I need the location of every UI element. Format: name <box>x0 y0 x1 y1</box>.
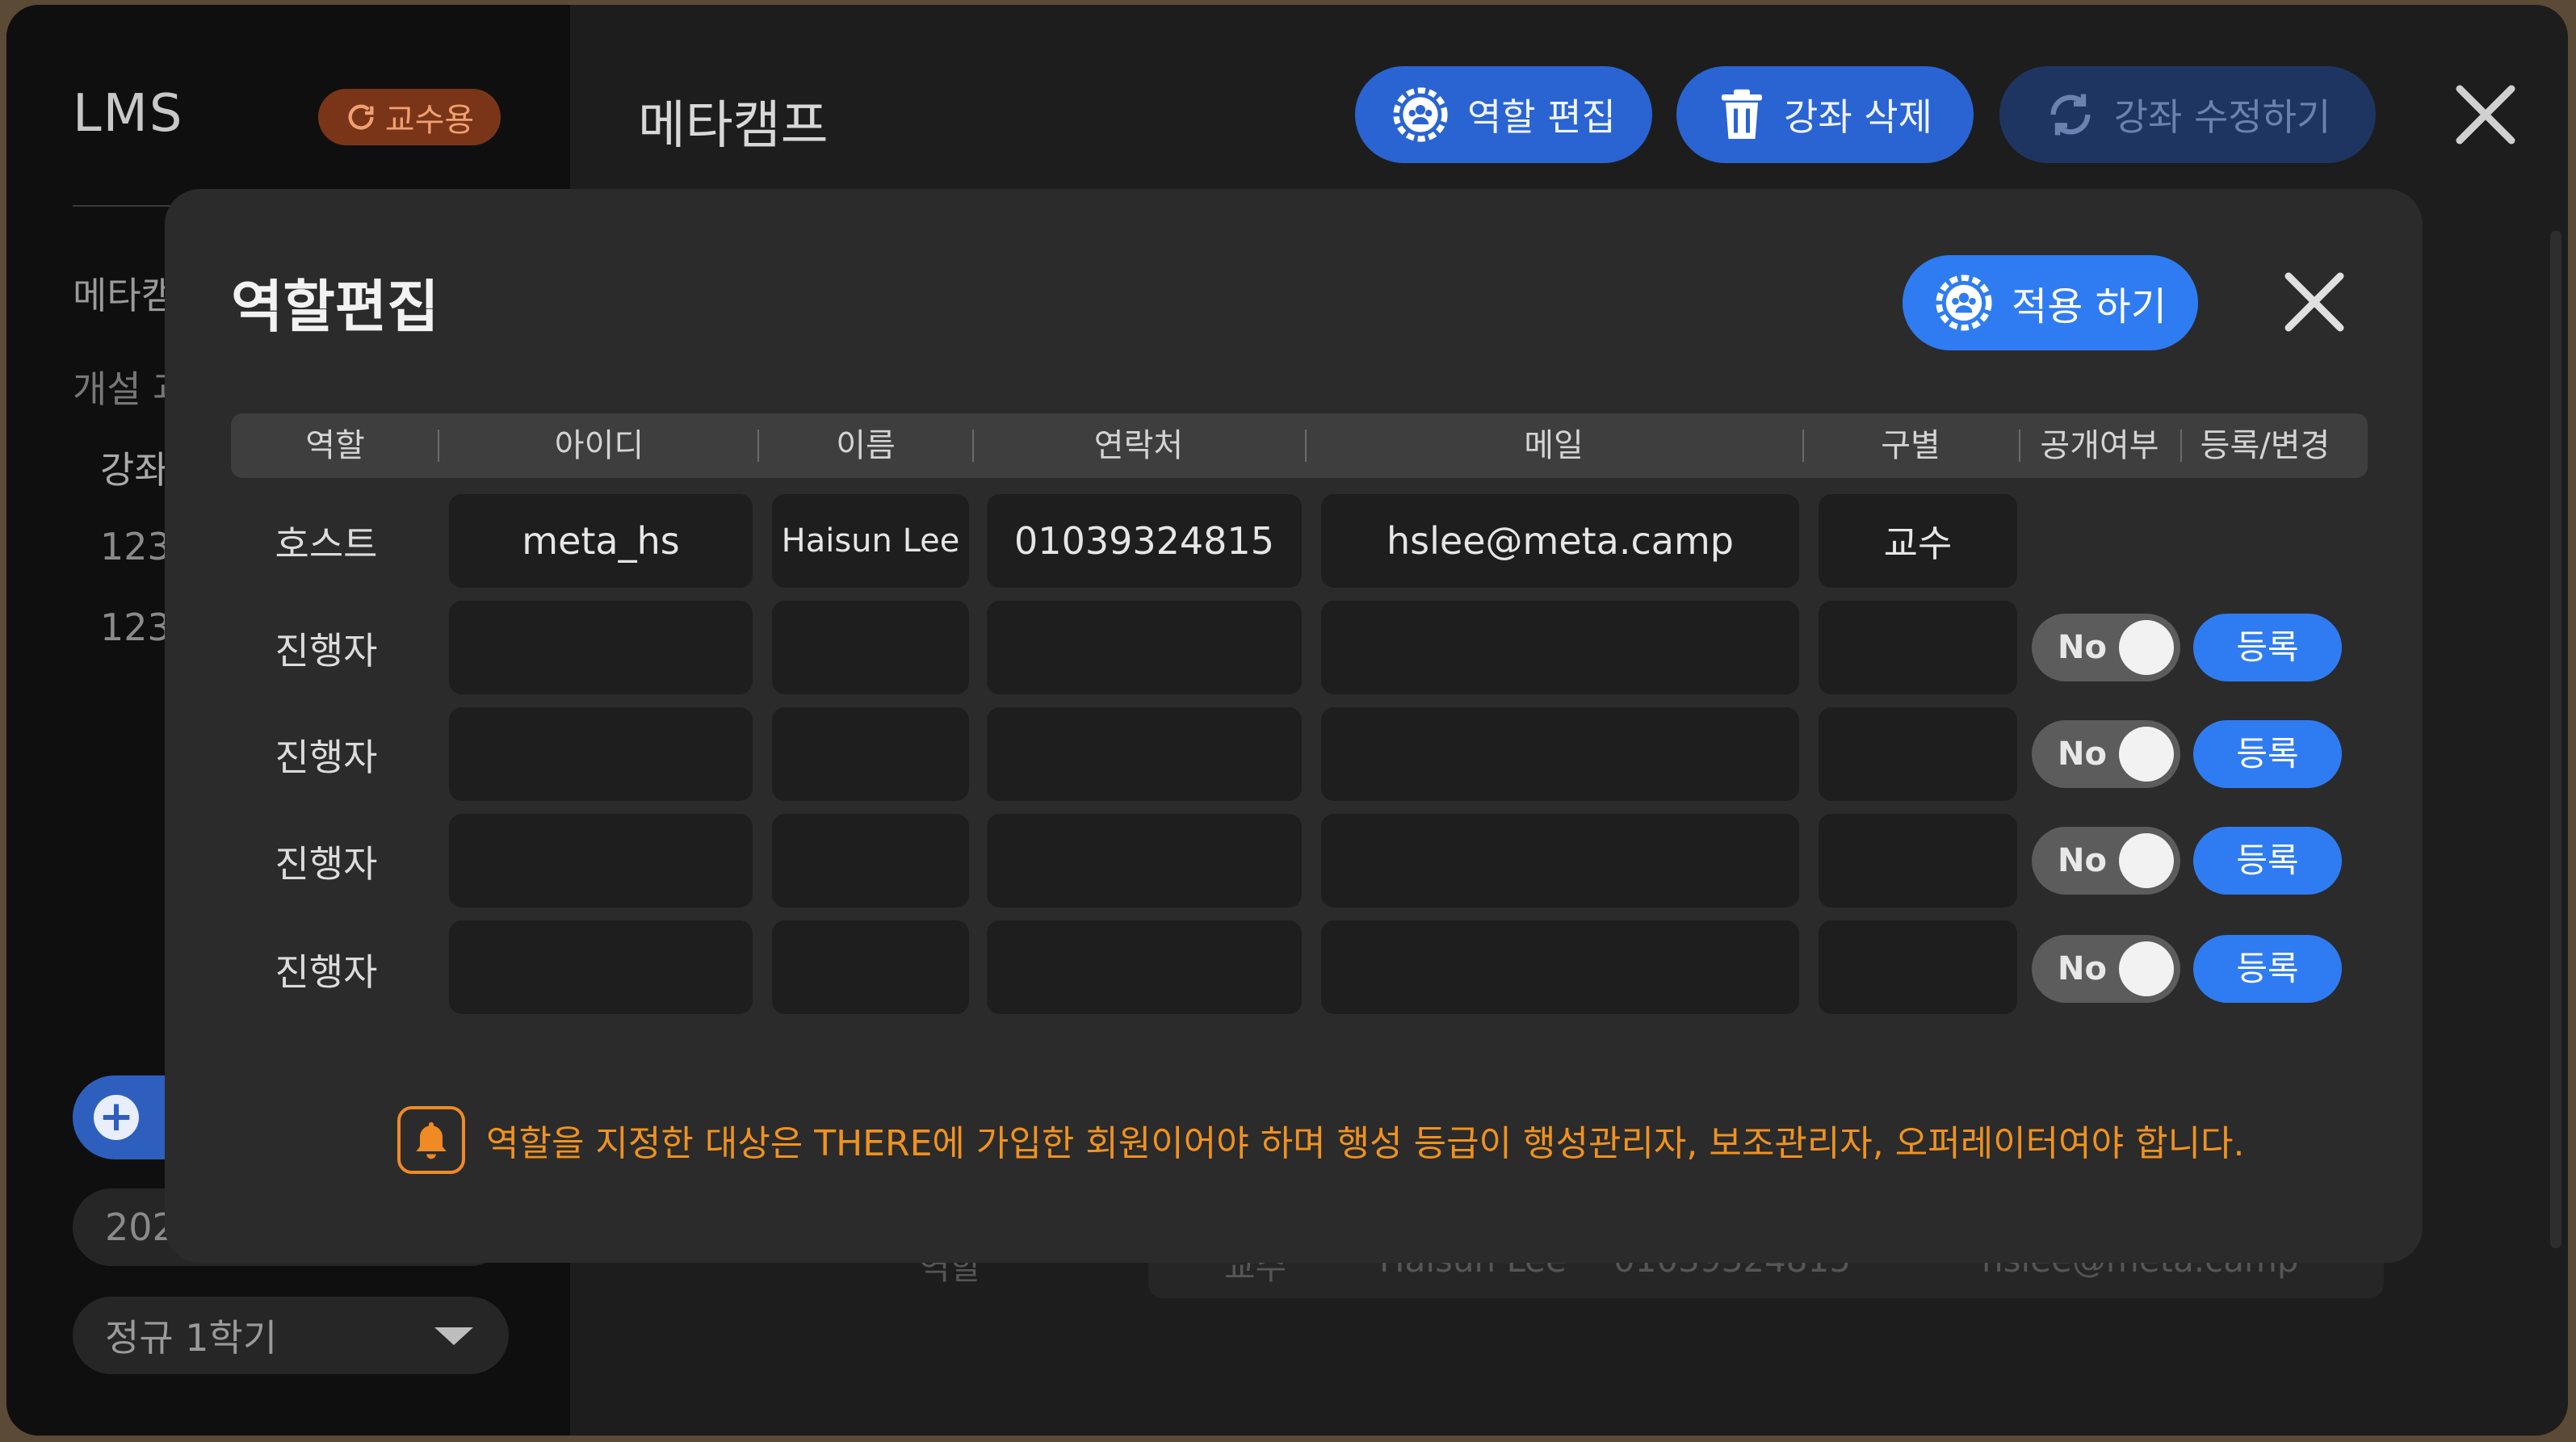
sidebar-item-course[interactable]: 강좌 <box>100 441 169 494</box>
modal-title: 역할편집 <box>231 274 439 340</box>
column-header-phone: 연락처 <box>1093 427 1184 464</box>
close-icon[interactable] <box>2453 82 2518 147</box>
id-field[interactable] <box>449 814 753 908</box>
id-field[interactable] <box>449 920 753 1014</box>
row-role-label: 호스트 <box>275 522 378 566</box>
table-header: 역할 아이디 이름 연락처 메일 구별 공개여부 등록/변경 <box>231 413 2368 478</box>
visibility-toggle[interactable]: No <box>2032 827 2180 895</box>
refresh-icon <box>348 104 374 130</box>
id-field[interactable]: meta_hs <box>449 494 753 588</box>
role-badge-label: 교수용 <box>384 102 475 139</box>
phone-field[interactable]: 01039324815 <box>987 494 1302 588</box>
app-title: LMS <box>73 84 184 144</box>
toggle-label: No <box>2058 950 2107 987</box>
register-button[interactable]: 등록 <box>2193 935 2342 1003</box>
sidebar-item-123-b[interactable]: 123 <box>100 606 171 649</box>
type-field[interactable] <box>1819 920 2017 1014</box>
sidebar-section-label: 메타캠 <box>73 274 175 317</box>
toggle-knob <box>2119 941 2174 996</box>
trash-icon <box>1722 89 1763 139</box>
toggle-label: No <box>2058 736 2107 773</box>
name-field[interactable] <box>772 920 969 1014</box>
visibility-toggle[interactable]: No <box>2032 614 2180 681</box>
delete-course-label: 강좌 삭제 <box>1784 95 1932 139</box>
sidebar-item-123-a[interactable]: 123 <box>100 525 171 568</box>
row-role-label: 진행자 <box>275 629 378 673</box>
type-field[interactable] <box>1819 707 2017 801</box>
scrollbar[interactable] <box>2550 231 2561 1248</box>
column-header-id: 아이디 <box>554 427 644 464</box>
id-field[interactable] <box>449 601 753 694</box>
apply-button[interactable]: 적용 하기 <box>1903 255 2198 350</box>
name-field[interactable] <box>772 814 969 908</box>
term-select[interactable]: 정규 1학기 <box>73 1297 509 1374</box>
name-field[interactable] <box>772 707 969 801</box>
gear-people-icon <box>1936 275 1992 331</box>
type-field[interactable]: 교수 <box>1819 494 2017 588</box>
name-field[interactable] <box>772 601 969 694</box>
type-field[interactable] <box>1819 601 2017 694</box>
column-header-register: 등록/변경 <box>2200 427 2331 464</box>
column-header-email: 메일 <box>1524 427 1584 464</box>
email-field[interactable] <box>1321 814 1799 908</box>
type-field[interactable] <box>1819 814 2017 908</box>
register-button[interactable]: 등록 <box>2193 827 2342 895</box>
phone-field[interactable] <box>987 601 1302 694</box>
notice: 역할을 지정한 대상은 THERE에 가입한 회원이어야 하며 행성 등급이 행… <box>397 1106 2245 1174</box>
column-header-type: 구별 <box>1881 427 1940 464</box>
name-field[interactable]: Haisun Lee <box>772 494 969 588</box>
visibility-toggle[interactable]: No <box>2032 935 2180 1003</box>
row-role-label: 진행자 <box>275 842 378 886</box>
close-icon[interactable] <box>2282 270 2347 334</box>
toggle-knob <box>2119 833 2174 888</box>
role-edit-label: 역할 편집 <box>1467 95 1616 139</box>
refresh-icon <box>2050 94 2091 136</box>
visibility-toggle[interactable]: No <box>2032 720 2180 788</box>
row-role-label: 진행자 <box>275 950 378 994</box>
column-header-visibility: 공개여부 <box>2040 427 2159 464</box>
notice-text: 역할을 지정한 대상은 THERE에 가입한 회원이어야 하며 행성 등급이 행… <box>486 1123 2245 1164</box>
phone-field[interactable] <box>987 814 1302 908</box>
bell-icon <box>397 1106 465 1174</box>
register-button[interactable]: 등록 <box>2193 720 2342 788</box>
email-field[interactable]: hslee@meta.camp <box>1321 494 1799 588</box>
app-window: LMS 교수용 메타캠 개설 과 강좌 123 123 + 202 정규 1학기… <box>6 5 2568 1436</box>
toggle-label: No <box>2058 842 2107 879</box>
role-badge[interactable]: 교수용 <box>318 89 501 145</box>
course-title: 메타캠프 <box>638 96 829 156</box>
modify-course-label: 강좌 수정하기 <box>2113 95 2331 139</box>
phone-field[interactable] <box>987 707 1302 801</box>
row-role-label: 진행자 <box>275 736 378 779</box>
role-edit-button[interactable]: 역할 편집 <box>1355 66 1652 163</box>
gear-people-icon <box>1393 87 1448 142</box>
email-field[interactable] <box>1321 601 1799 694</box>
apply-button-label: 적용 하기 <box>2012 284 2167 329</box>
toggle-knob <box>2119 727 2174 782</box>
register-button[interactable]: 등록 <box>2193 614 2342 681</box>
toggle-knob <box>2119 620 2174 675</box>
term-select-value: 정규 1학기 <box>105 1316 278 1360</box>
chevron-down-icon <box>434 1327 473 1345</box>
id-field[interactable] <box>449 707 753 801</box>
modify-course-button[interactable]: 강좌 수정하기 <box>1999 66 2376 163</box>
column-header-role: 역할 <box>305 427 365 464</box>
email-field[interactable] <box>1321 920 1799 1014</box>
column-header-name: 이름 <box>836 427 896 464</box>
toggle-label: No <box>2058 629 2107 666</box>
role-edit-modal: 역할편집 적용 하기 역할 아이디 이름 연락처 메일 구별 공개여부 등록/변… <box>165 189 2423 1263</box>
email-field[interactable] <box>1321 707 1799 801</box>
delete-course-button[interactable]: 강좌 삭제 <box>1676 66 1974 163</box>
phone-field[interactable] <box>987 920 1302 1014</box>
plus-icon: + <box>94 1095 139 1140</box>
